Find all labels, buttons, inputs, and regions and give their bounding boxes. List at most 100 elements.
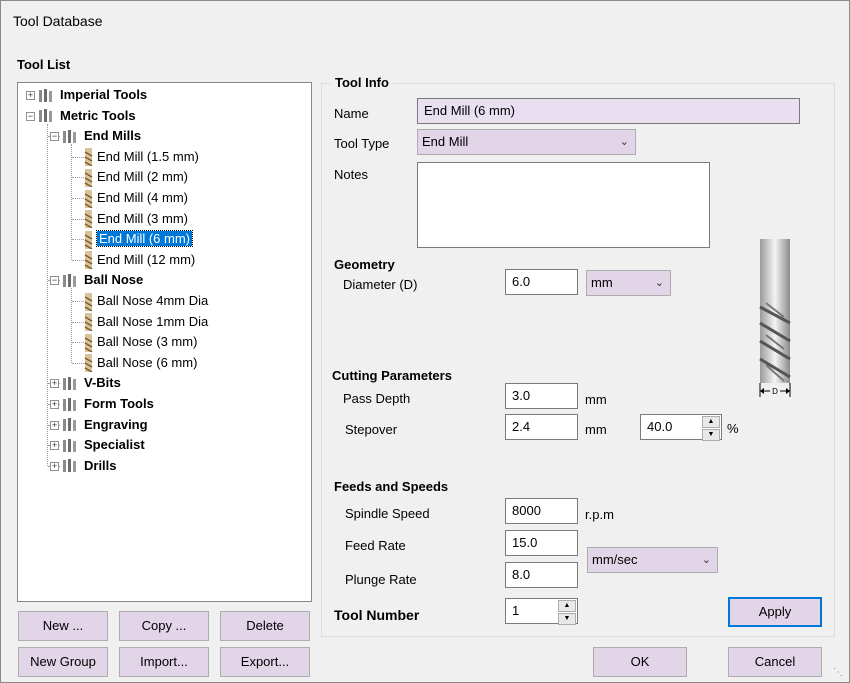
tool-type-select[interactable]: End Mill ⌄ (417, 129, 636, 155)
window-title: Tool Database (13, 13, 103, 29)
import-button[interactable]: Import... (119, 647, 209, 677)
collapse-icon[interactable]: − (50, 276, 59, 286)
tree-item-label: Specialist (84, 437, 145, 453)
plunge-rate-label: Plunge Rate (345, 572, 417, 587)
pass-depth-field[interactable]: 3.0 (505, 383, 578, 409)
tree-group-item[interactable]: − Metric Tools (26, 106, 136, 126)
end-mill-icon (84, 292, 93, 311)
tree-connector (72, 362, 84, 364)
tree-connector (72, 321, 84, 323)
stepover-label: Stepover (345, 422, 398, 437)
tree-item-label: Ball Nose (6 mm) (97, 354, 198, 370)
feeds-speeds-title: Feeds and Speeds (334, 479, 449, 494)
tree-group-item[interactable]: + Specialist (50, 435, 145, 455)
end-mill-icon (84, 148, 93, 167)
tool-info-title: Tool Info (331, 75, 393, 90)
name-label: Name (334, 106, 369, 121)
tree-item-label: Metric Tools (60, 107, 136, 123)
end-mill-icon (84, 189, 93, 208)
tree-item-label: End Mill (2 mm) (97, 169, 189, 185)
tree-tool-item[interactable]: Ball Nose (6 mm) (84, 353, 198, 373)
tree-tool-item[interactable]: End Mill (6 mm) (84, 229, 194, 249)
end-mill-icon (84, 230, 93, 249)
tree-connector (71, 144, 72, 260)
tree-group-item[interactable]: + Imperial Tools (26, 85, 147, 105)
tree-tool-item[interactable]: Ball Nose 4mm Dia (84, 291, 209, 311)
chevron-down-icon: ⌄ (654, 277, 664, 289)
tool-list-title: Tool List (17, 57, 71, 72)
new-group-button[interactable]: New Group (18, 647, 108, 677)
tree-tool-item[interactable]: Ball Nose (3 mm) (84, 332, 197, 352)
spindle-speed-unit: r.p.m (585, 507, 614, 522)
delete-button[interactable]: Delete (220, 611, 310, 641)
tree-item-label: End Mills (84, 128, 142, 144)
expand-icon[interactable]: + (50, 379, 59, 389)
tool-number-stepper[interactable]: 1 ▲ ▼ (505, 598, 578, 625)
spin-down-button[interactable]: ▼ (558, 613, 576, 625)
tree-connector (72, 218, 84, 220)
spin-up-button[interactable]: ▲ (702, 416, 720, 428)
tree-tool-item[interactable]: End Mill (4 mm) (84, 188, 188, 208)
tree-group-item[interactable]: + V-Bits (50, 373, 121, 393)
tree-tool-item[interactable]: End Mill (12 mm) (84, 250, 195, 270)
stepover-field[interactable]: 2.4 (505, 414, 578, 440)
spin-down-button[interactable]: ▼ (702, 429, 720, 441)
ok-button[interactable]: OK (593, 647, 687, 677)
expand-icon[interactable]: + (50, 420, 59, 430)
new-button[interactable]: New ... (18, 611, 108, 641)
apply-button[interactable]: Apply (728, 597, 822, 627)
tool-tree[interactable]: + Imperial Tools − Metric Tools − End Mills En… (17, 82, 312, 602)
rate-unit-select[interactable]: mm/sec ⌄ (587, 547, 718, 573)
end-mill-icon (84, 168, 93, 187)
collapse-icon[interactable]: − (50, 132, 59, 142)
export-button[interactable]: Export... (220, 647, 310, 677)
diameter-unit-select[interactable]: mm ⌄ (586, 270, 671, 296)
tree-item-label: Ball Nose (84, 272, 144, 288)
tree-connector (72, 259, 84, 261)
end-mill-icon (84, 313, 93, 332)
resize-grip-icon[interactable]: ⋱ (833, 667, 843, 678)
tree-tool-item[interactable]: End Mill (3 mm) (84, 209, 188, 229)
spin-up-button[interactable]: ▲ (558, 600, 576, 612)
tree-group-item[interactable]: − End Mills (50, 126, 142, 146)
stepover-percent-value: 40.0 (647, 419, 673, 434)
plunge-rate-field[interactable]: 8.0 (505, 562, 578, 588)
tree-tool-item[interactable]: End Mill (1.5 mm) (84, 147, 199, 167)
expand-icon[interactable]: + (26, 91, 35, 100)
tree-group-item[interactable]: + Engraving (50, 415, 148, 435)
name-field[interactable]: End Mill (6 mm) (417, 98, 800, 124)
tree-item-label: End Mill (1.5 mm) (97, 148, 199, 164)
expand-icon[interactable]: + (50, 441, 59, 451)
expand-icon[interactable]: + (50, 461, 59, 471)
expand-icon[interactable]: + (50, 400, 59, 409)
copy-button[interactable]: Copy ... (119, 611, 209, 641)
geometry-title: Geometry (334, 257, 395, 272)
tree-group-item[interactable]: + Form Tools (50, 394, 154, 414)
stepover-percent-stepper[interactable]: 40.0 ▲ ▼ (640, 414, 722, 441)
cutting-parameters-title: Cutting Parameters (332, 368, 452, 383)
tree-item-label: Engraving (84, 416, 148, 432)
tool-group-icon (38, 87, 56, 102)
tool-number-value: 1 (512, 603, 520, 618)
diameter-field[interactable]: 6.0 (505, 269, 578, 295)
diameter-label: Diameter (D) (343, 277, 418, 292)
percent-symbol: % (727, 421, 739, 436)
tree-item-label: Ball Nose 4mm Dia (97, 293, 209, 308)
end-mill-icon (84, 210, 93, 229)
tree-tool-item[interactable]: Ball Nose 1mm Dia (84, 312, 208, 332)
tool-group-icon (62, 375, 80, 390)
tree-group-item[interactable]: + Drills (50, 456, 117, 476)
tool-group-icon (62, 128, 80, 143)
notes-label: Notes (334, 167, 368, 182)
tool-group-icon (62, 396, 80, 411)
spindle-speed-field[interactable]: 8000 (505, 498, 578, 524)
tool-group-icon (62, 417, 80, 432)
tree-connector (72, 177, 84, 179)
feed-rate-field[interactable]: 15.0 (505, 530, 578, 556)
tree-tool-item[interactable]: End Mill (2 mm) (84, 167, 189, 187)
notes-field[interactable] (417, 162, 710, 248)
tree-item-label: Form Tools (84, 396, 154, 411)
tree-group-item[interactable]: − Ball Nose (50, 270, 144, 290)
cancel-button[interactable]: Cancel (728, 647, 822, 677)
collapse-icon[interactable]: − (26, 111, 35, 121)
